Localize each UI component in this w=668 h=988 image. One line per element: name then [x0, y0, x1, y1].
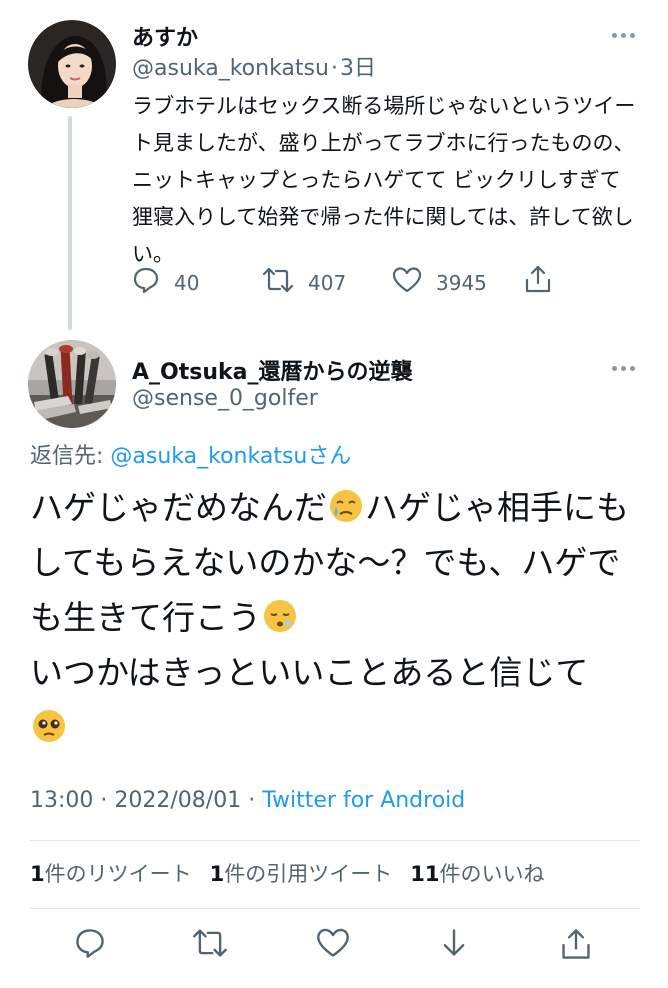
reply-author-handle[interactable]: @sense_0_golfer [132, 386, 318, 411]
engagement-stats: 1件のリツイート 1件の引用ツイート 11件のいいね [30, 858, 544, 888]
reply-count: 40 [174, 270, 200, 295]
retweet-icon[interactable] [192, 927, 228, 963]
likes-stat[interactable]: 11件のいいね [410, 858, 544, 888]
more-icon[interactable] [612, 366, 635, 371]
replying-to-suffix: さん [307, 444, 352, 469]
meta-separator: · [100, 788, 108, 813]
share-icon[interactable] [560, 927, 592, 965]
tweet-source[interactable]: Twitter for Android [262, 788, 465, 813]
reply-icon[interactable] [74, 927, 106, 963]
quotes-stat[interactable]: 1件の引用ツイート [210, 858, 393, 888]
author-handle[interactable]: @asuka_konkatsu [132, 56, 329, 81]
separator-dot: · [330, 56, 338, 81]
reply-author-name[interactable]: A_Otsuka_還暦からの逆襲 [132, 354, 412, 386]
divider [30, 840, 640, 841]
thread-line [68, 116, 72, 330]
reply-text-part1: ハゲじゃだめなんだ [30, 488, 327, 527]
author-handle-line: @asuka_konkatsu·3日 [132, 50, 376, 82]
meta-separator: · [248, 788, 256, 813]
share-action[interactable] [524, 264, 552, 299]
tweet-time: 13:00 [30, 788, 94, 813]
reply-text-part3: いつかはきっといいことあると信じて [30, 653, 589, 692]
divider [30, 908, 640, 909]
retweet-icon[interactable] [262, 266, 294, 299]
pleading-face-emoji-icon [30, 706, 68, 744]
replying-to-label: 返信先: [30, 444, 104, 469]
like-icon[interactable] [316, 927, 350, 963]
reply-text: ハゲじゃだめなんだ ハゲじゃ相手にもしてもらえないのかな～？でも、ハゲでも生きて行… [30, 480, 650, 755]
retweet-count: 407 [308, 270, 347, 295]
reply-action[interactable]: 40 [132, 266, 199, 299]
reply-icon[interactable] [132, 266, 160, 299]
tweet-meta: 13:00 · 2022/08/01 · Twitter for Android [30, 788, 465, 813]
avatar-asuka[interactable] [28, 20, 116, 108]
tweet-text: ラブホテルはセックス断る場所じゃないというツイート見ましたが、盛り上がってラブホ… [132, 94, 636, 266]
avatar-sense-golfer[interactable] [28, 340, 116, 428]
retweet-action[interactable]: 407 [262, 266, 346, 299]
tweet-action-bar [0, 915, 668, 975]
share-icon[interactable] [524, 264, 552, 299]
sleepy-face-emoji-icon [261, 596, 299, 634]
replying-to: 返信先: @asuka_konkatsuさん [30, 438, 351, 470]
more-icon[interactable] [612, 33, 635, 38]
like-action[interactable]: 3945 [392, 266, 487, 299]
download-icon[interactable] [438, 927, 470, 963]
tweet-time[interactable]: 3日 [340, 56, 376, 81]
like-icon[interactable] [392, 266, 422, 299]
tweet-date: 2022/08/01 [114, 788, 242, 813]
crying-face-emoji-icon [327, 486, 365, 524]
retweets-stat[interactable]: 1件のリツイート [30, 858, 192, 888]
replying-to-handle[interactable]: @asuka_konkatsu [110, 444, 307, 469]
author-name[interactable]: あすか [132, 20, 198, 52]
like-count: 3945 [436, 270, 487, 295]
